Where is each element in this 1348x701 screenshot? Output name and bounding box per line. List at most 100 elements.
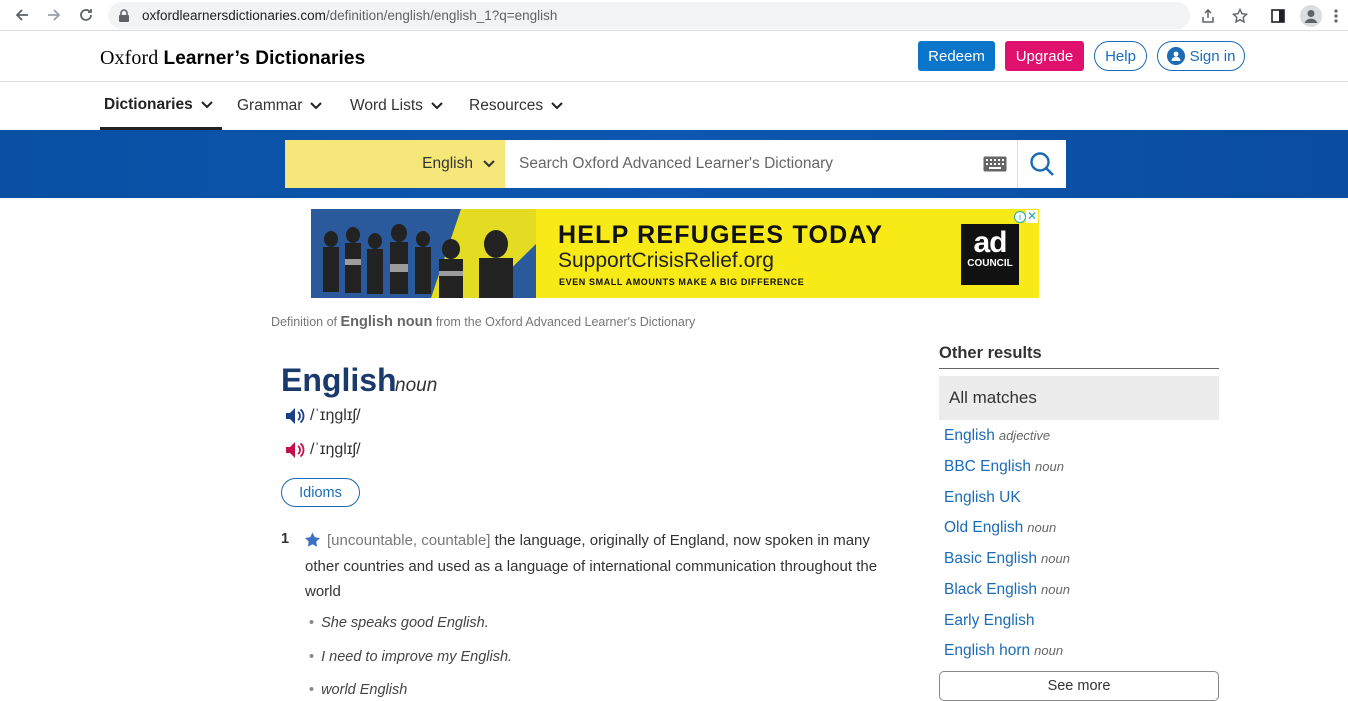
keyboard-icon[interactable] xyxy=(972,140,1018,188)
chevron-down-icon xyxy=(310,102,323,110)
logo-prefix: Oxford xyxy=(100,47,159,69)
example-text: I need to improve my English. xyxy=(321,649,513,665)
browser-menu-icon[interactable] xyxy=(1320,0,1348,31)
chevron-down-icon xyxy=(551,102,563,110)
nav-resources-label: Resources xyxy=(469,97,544,114)
result-word: Early English xyxy=(944,612,1035,629)
ad-banner[interactable]: HELP REFUGEES TODAY SupportCrisisRelief.… xyxy=(311,209,1039,298)
forward-icon[interactable] xyxy=(41,2,67,28)
ad-photo xyxy=(311,209,536,298)
headword: English xyxy=(281,362,397,398)
search-input[interactable] xyxy=(505,140,972,188)
result-word: Black English xyxy=(944,581,1038,598)
search-button[interactable] xyxy=(1018,140,1066,188)
back-icon[interactable] xyxy=(9,2,35,28)
result-pos: noun xyxy=(1041,582,1070,597)
logo-main: Learner’s Dictionaries xyxy=(163,48,366,69)
example-text: She speaks good English. xyxy=(321,615,489,631)
sense-number: 1 xyxy=(281,531,290,547)
all-matches-header: All matches xyxy=(939,376,1219,420)
result-link[interactable]: English adjective xyxy=(944,427,1050,445)
def-of-suffix: from the Oxford Advanced Learner's Dicti… xyxy=(435,315,696,329)
nav-resources[interactable]: Resources xyxy=(469,82,563,130)
speaker-uk-icon[interactable] xyxy=(284,406,306,426)
site-logo[interactable]: Oxford Learner’s Dictionaries xyxy=(100,47,365,70)
result-link[interactable]: BBC English noun xyxy=(944,458,1064,476)
example-text: world English xyxy=(321,682,408,698)
ad-tagline: EVEN SMALL AMOUNTS MAKE A BIG DIFFERENCE xyxy=(559,277,805,287)
result-word: English horn xyxy=(944,642,1031,659)
ad-logo-top: ad xyxy=(973,226,1007,259)
pron-uk-text: /ˈɪŋɡlɪʃ/ xyxy=(310,407,361,424)
def-of-prefix: Definition of xyxy=(271,315,338,329)
lock-icon xyxy=(118,8,132,23)
idioms-button[interactable]: Idioms xyxy=(281,478,360,507)
browser-toolbar: oxfordlearnersdictionaries.com/definitio… xyxy=(0,0,1348,31)
site-header: Oxford Learner’s Dictionaries Redeem Upg… xyxy=(0,31,1348,82)
result-pos: noun xyxy=(1041,551,1070,566)
url-domain: oxfordlearnersdictionaries.com xyxy=(142,8,326,23)
bookmark-star-icon[interactable] xyxy=(1224,0,1256,31)
language-select[interactable]: English xyxy=(285,140,505,188)
user-icon xyxy=(1166,47,1185,65)
nav-dictionaries-label: Dictionaries xyxy=(104,95,193,113)
other-results-heading: Other results xyxy=(939,344,1219,369)
result-link[interactable]: Basic English noun xyxy=(944,550,1070,568)
result-link[interactable]: Early English xyxy=(944,612,1038,630)
address-bar[interactable]: oxfordlearnersdictionaries.com/definitio… xyxy=(108,2,1190,29)
chevron-down-icon xyxy=(201,100,213,108)
help-button[interactable]: Help xyxy=(1094,41,1147,71)
language-label: English xyxy=(422,155,473,172)
result-pos: noun xyxy=(1034,643,1064,658)
ad-close-icon[interactable]: ✕ xyxy=(1026,210,1038,223)
main-nav: Dictionaries Grammar Word Lists Resource… xyxy=(0,82,1348,130)
result-link[interactable]: Old English noun xyxy=(944,519,1056,537)
part-of-speech: noun xyxy=(395,375,438,396)
upgrade-button[interactable]: Upgrade xyxy=(1005,41,1084,71)
example-sentence: • I need to improve my English. xyxy=(309,649,513,665)
definition-of-line: Definition of English noun from the Oxfo… xyxy=(271,314,695,330)
example-sentence: • world English xyxy=(309,682,408,698)
result-pos: adjective xyxy=(998,428,1051,443)
ad-logo-bottom: COUNCIL xyxy=(967,258,1013,269)
nav-word-lists[interactable]: Word Lists xyxy=(350,82,443,130)
sign-in-label: Sign in xyxy=(1189,47,1236,65)
chevron-down-icon xyxy=(483,160,495,168)
speaker-us-icon[interactable] xyxy=(284,440,306,460)
ad-council-logo: ad COUNCIL xyxy=(961,224,1019,285)
url-path: /definition/english/english_1?q=english xyxy=(325,8,558,23)
reload-icon[interactable] xyxy=(73,2,99,28)
search-band: English xyxy=(0,130,1348,198)
pronunciation-us: /ˈɪŋɡlɪʃ/ xyxy=(284,440,361,460)
side-panel-icon[interactable] xyxy=(1262,0,1294,31)
result-link[interactable]: Black English noun xyxy=(944,581,1070,599)
pronunciation-uk: /ˈɪŋɡlɪʃ/ xyxy=(284,406,361,426)
ad-url: SupportCrisisRelief.org xyxy=(558,249,774,272)
see-more-button[interactable]: See more xyxy=(939,671,1219,701)
def-of-word: English noun xyxy=(340,314,433,330)
example-sentence: • She speaks good English. xyxy=(309,615,489,631)
result-word: Basic English xyxy=(944,550,1038,567)
ad-headline: HELP REFUGEES TODAY xyxy=(558,221,884,249)
nav-word-lists-label: Word Lists xyxy=(350,97,423,114)
share-icon[interactable] xyxy=(1192,0,1224,31)
result-pos: noun xyxy=(1027,520,1057,535)
search-box: English xyxy=(285,140,1066,188)
nav-dictionaries[interactable]: Dictionaries xyxy=(100,82,222,130)
nav-grammar-label: Grammar xyxy=(237,97,303,114)
sense-grammar: [uncountable, countable] xyxy=(327,532,491,549)
redeem-button[interactable]: Redeem xyxy=(918,41,995,71)
result-link[interactable]: English UK xyxy=(944,489,1025,507)
pron-us-text: /ˈɪŋɡlɪʃ/ xyxy=(310,441,361,458)
ad-info-icon[interactable]: i xyxy=(1014,211,1026,223)
result-word: BBC English xyxy=(944,458,1032,475)
result-word: Old English xyxy=(944,519,1024,536)
result-link[interactable]: English horn noun xyxy=(944,642,1063,660)
result-pos: noun xyxy=(1035,459,1064,474)
sign-in-button[interactable]: Sign in xyxy=(1157,41,1245,71)
nav-grammar[interactable]: Grammar xyxy=(237,82,323,130)
result-word: English UK xyxy=(944,489,1021,506)
result-word: English xyxy=(944,427,995,444)
search-icon xyxy=(1030,152,1054,176)
chevron-down-icon xyxy=(431,102,443,110)
